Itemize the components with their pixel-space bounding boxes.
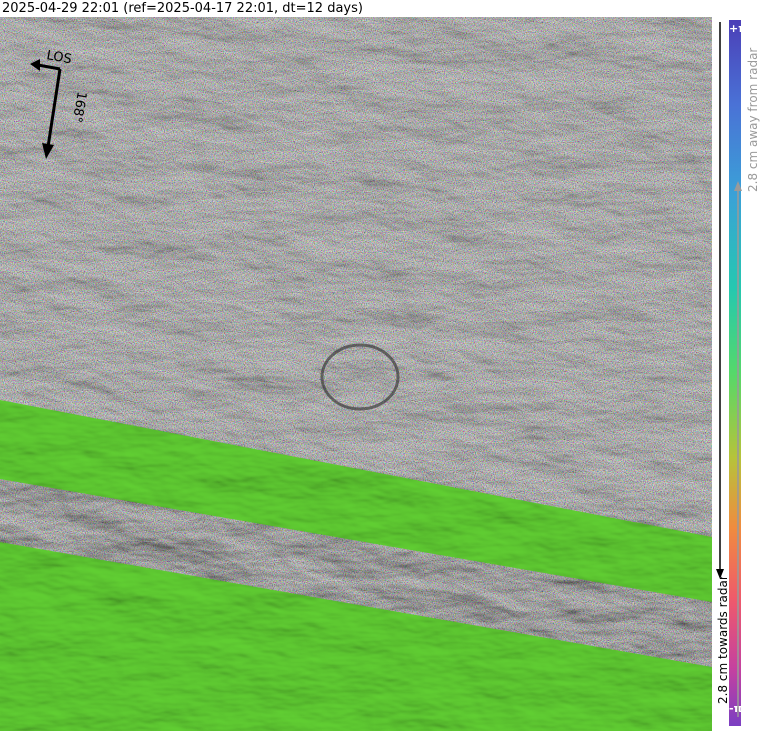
north-arrow-shaft — [46, 68, 62, 148]
away-radar-label: 2.8 cm away from radar — [746, 47, 760, 192]
image-title: 2025-04-29 22:01 (ref=2025-04-17 22:01, … — [0, 0, 712, 17]
los-arrow-shaft — [37, 63, 61, 71]
away-arrowhead-icon — [734, 181, 742, 191]
los-arrowhead-icon — [30, 59, 40, 71]
interferogram-map[interactable]: LOS 168° — [0, 17, 712, 731]
heading-label: 168° — [69, 90, 89, 123]
north-arrowhead-icon — [42, 143, 54, 159]
los-compass: LOS 168° — [30, 48, 89, 159]
los-label: LOS — [45, 48, 72, 67]
towards-radar-label: 2.8 cm towards radar — [716, 575, 730, 704]
